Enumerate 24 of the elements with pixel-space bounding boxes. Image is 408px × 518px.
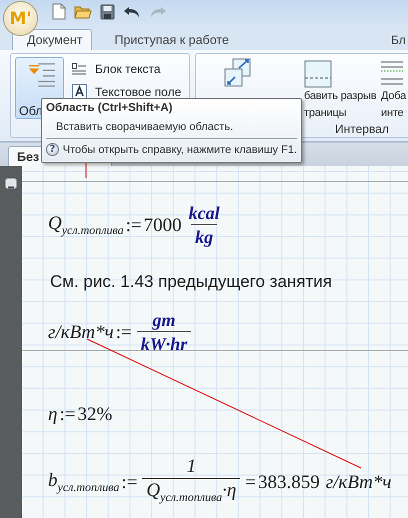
unit-denominator: kg [191,224,218,249]
equals-sign: = [245,472,256,494]
assign-operator: := [126,214,142,236]
text-region: См. рис. 1.43 предыдущего занятия [50,272,332,292]
number-value: 7000 [144,214,182,236]
assign-operator: := [116,322,132,344]
variable-name: Q$_{усл.топлива}$ [48,213,124,238]
fraction-denominator: Q$_{усл.топлива}$·η [142,478,240,509]
result-value: 383.859 [258,472,320,494]
fraction-numerator: 1 [186,456,198,478]
help-icon: ? [46,143,59,156]
assign-operator: := [59,404,76,426]
help-hint: Чтобы открыть справку, нажмите клавишу F1. [62,144,297,156]
variable-name: b$_{усл.топлива}$ [48,470,120,495]
variable-name: г/кВт*ч [48,322,114,344]
number-value: 32% [77,404,112,426]
variable-name: η [48,404,58,426]
unit-numerator: gm [151,309,176,331]
result-unit: г/кВт*ч [326,472,392,494]
unit-numerator: kcal [188,202,221,224]
tooltip-description: Вставить сворачиваемую область. [55,120,234,135]
assign-operator: := [121,472,138,494]
unit-denominator: kW·hr [136,331,192,356]
group-label: Интервал [335,122,389,136]
